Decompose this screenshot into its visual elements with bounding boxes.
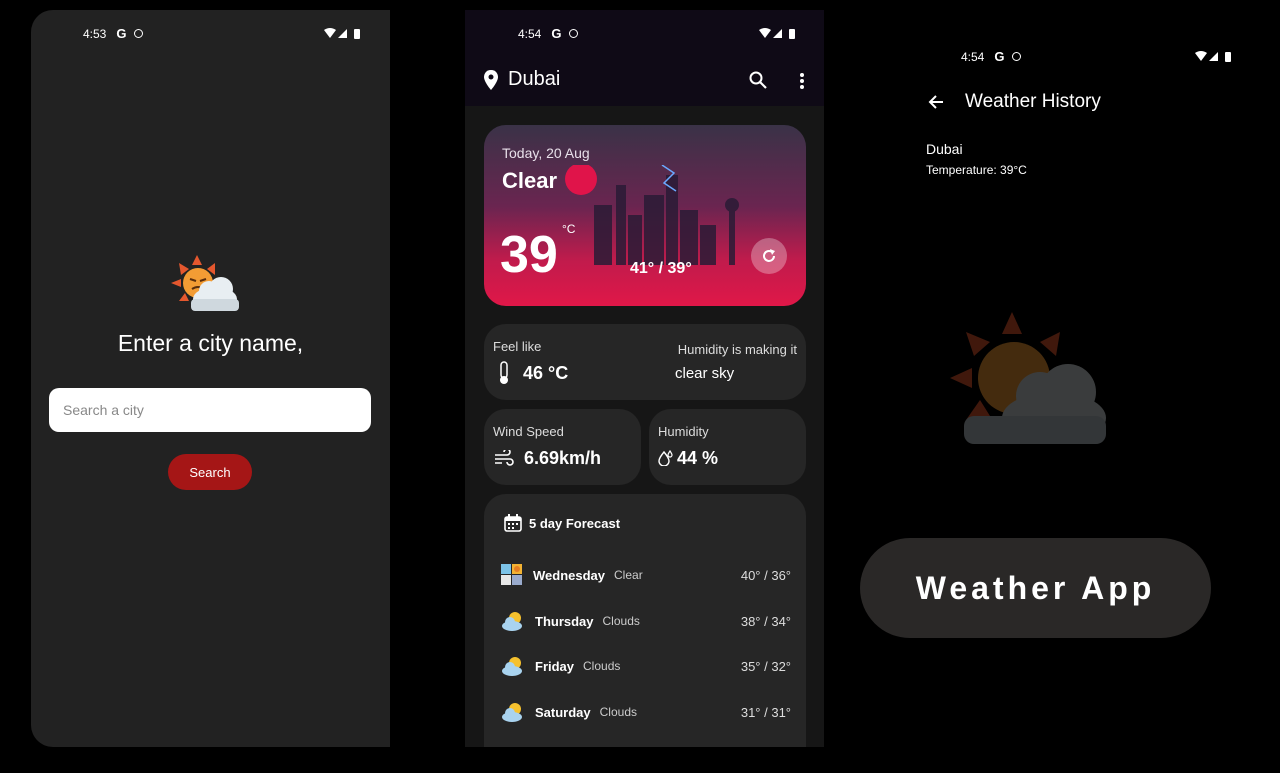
back-arrow-icon[interactable] — [928, 94, 944, 110]
wifi-signal-battery-icon — [1195, 51, 1231, 62]
forecast-desc: Clouds — [602, 614, 640, 628]
page-title: Enter a city name, — [117, 330, 304, 356]
feels-like-card: Feel like 46 °C Humidity is making it cl… — [484, 324, 806, 400]
status-time: 4:54 — [518, 26, 542, 41]
clear-icon — [501, 564, 522, 585]
refresh-icon — [763, 249, 775, 262]
wind-icon — [495, 450, 514, 466]
condition-label: Clear — [502, 168, 558, 193]
humidity-note-value: clear sky — [675, 365, 735, 382]
forecast-day: Friday — [535, 658, 575, 674]
forecast-row: Saturday Clouds 31° / 31° — [501, 698, 791, 726]
humidity-note-label: Humidity is making it — [677, 342, 797, 357]
forecast-day: Thursday — [535, 613, 594, 629]
google-icon: G — [994, 49, 1005, 64]
thermometer-icon — [500, 361, 508, 384]
more-menu-icon[interactable] — [799, 72, 805, 90]
notification-icon — [134, 29, 144, 38]
app-bar: 4:54 G Dubai — [465, 10, 824, 106]
google-icon: G — [116, 26, 127, 41]
sun-cloud-icon — [950, 312, 1106, 444]
system-icons — [759, 28, 795, 40]
location-pin-icon — [484, 70, 498, 90]
forecast-desc: Clear — [614, 568, 643, 582]
history-city[interactable]: Dubai — [926, 141, 963, 157]
refresh-button[interactable] — [751, 238, 787, 274]
forecast-row: Wednesday Clear 40° / 36° — [501, 561, 791, 589]
sun-cloud-icon — [502, 703, 522, 722]
sun-cloud-icon — [502, 612, 522, 631]
forecast-day: Wednesday — [533, 567, 606, 583]
status-bar: 4:54 G — [518, 26, 579, 41]
google-icon: G — [551, 26, 562, 41]
notification-icon — [1012, 52, 1022, 61]
sun-cloud-icon — [171, 255, 239, 311]
date-label: Today, 20 Aug — [502, 145, 590, 161]
wifi-signal-battery-icon — [759, 28, 795, 39]
system-icons — [1195, 51, 1231, 63]
forecast-title: 5 day Forecast — [529, 516, 621, 531]
temperature-unit: °C — [562, 222, 576, 236]
history-temperature: Temperature: 39°C — [926, 163, 1027, 177]
forecast-row: Friday Clouds 35° / 32° — [501, 652, 791, 680]
humidity-value: 44 % — [677, 448, 719, 468]
temperature-value: 39 — [500, 226, 558, 284]
notification-icon — [569, 29, 579, 38]
page-title: Weather History — [965, 91, 1101, 112]
wind-value: 6.69km/h — [524, 448, 602, 468]
city-title: Dubai — [508, 68, 561, 90]
humidity-card: Humidity 44 % — [649, 409, 806, 485]
feel-value: 46 °C — [523, 363, 569, 383]
calendar-icon — [504, 514, 522, 532]
search-button[interactable]: Search — [168, 454, 252, 490]
status-bar: 4:54 G — [961, 49, 1022, 64]
wind-label: Wind Speed — [493, 424, 564, 439]
screen-history: 4:54 G Weather History Dubai Temperature… — [860, 30, 1240, 530]
forecast-temps: 35° / 32° — [740, 658, 791, 674]
wind-card: Wind Speed 6.69km/h — [484, 409, 641, 485]
status-time: 4:53 — [83, 26, 107, 41]
forecast-row: Thursday Clouds 38° / 34° — [501, 607, 791, 635]
forecast-temps: 31° / 31° — [740, 704, 791, 720]
humidity-drop-icon — [658, 450, 673, 466]
system-icons — [324, 28, 360, 40]
forecast-day: Saturday — [535, 704, 591, 720]
forecast-temps: 38° / 34° — [740, 613, 791, 629]
forecast-temps: 40° / 36° — [740, 567, 791, 583]
status-time: 4:54 — [961, 49, 985, 64]
feel-label: Feel like — [493, 339, 542, 354]
search-icon[interactable] — [749, 71, 767, 89]
sun-cloud-icon — [502, 657, 522, 676]
screen-search: 4:53 G Enter a city name, Search — [31, 10, 390, 747]
current-weather-card: Today, 20 Aug Clear 39 °C 41° / 39° — [484, 125, 806, 306]
forecast-desc: Clouds — [583, 659, 621, 673]
forecast-desc: Clouds — [599, 705, 637, 719]
status-bar: 4:53 G — [83, 26, 144, 41]
city-search-input[interactable] — [49, 388, 371, 432]
humidity-label: Humidity — [658, 424, 709, 439]
wifi-signal-battery-icon — [324, 28, 360, 39]
temperature-range: 41° / 39° — [630, 260, 692, 277]
weather-app-banner: Weather App — [860, 538, 1211, 638]
